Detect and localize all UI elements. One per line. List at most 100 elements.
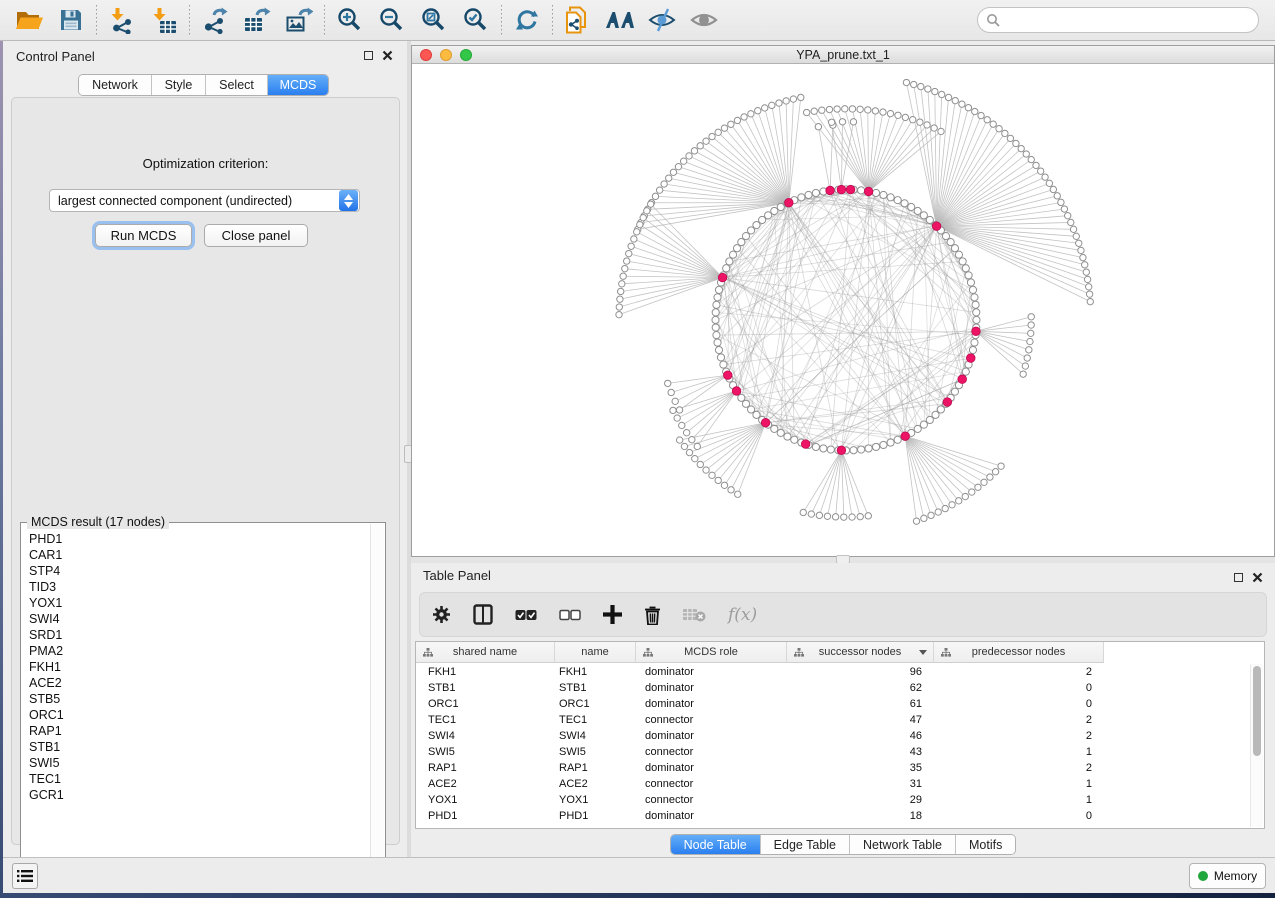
- select-all-icon[interactable]: [515, 609, 537, 621]
- memory-button[interactable]: Memory: [1189, 863, 1266, 889]
- show-columns-icon[interactable]: [473, 604, 493, 625]
- run-mcds-button[interactable]: Run MCDS: [95, 224, 192, 247]
- list-item[interactable]: FKH1: [29, 659, 369, 675]
- export-network-icon[interactable]: [194, 3, 236, 37]
- app-window: Control Panel Network Style Select MCDS …: [3, 41, 1275, 893]
- deselect-all-icon[interactable]: [559, 609, 581, 621]
- list-item[interactable]: GCR1: [29, 787, 369, 803]
- refresh-icon[interactable]: [506, 3, 548, 37]
- scrollbar-thumb[interactable]: [1253, 666, 1261, 756]
- list-item[interactable]: SWI4: [29, 611, 369, 627]
- list-item[interactable]: ACE2: [29, 675, 369, 691]
- network-window: YPA_prune.txt_1: [411, 45, 1275, 557]
- table-scrollbar[interactable]: [1250, 664, 1263, 827]
- list-item[interactable]: YOX1: [29, 595, 369, 611]
- close-panel-icon[interactable]: [1252, 572, 1263, 583]
- tab-motifs[interactable]: Motifs: [956, 835, 1015, 854]
- table-row[interactable]: ORC1 ORC1 dominator 61 0: [416, 696, 1264, 712]
- column-header-shared-name[interactable]: shared name: [416, 642, 555, 662]
- list-item[interactable]: STB5: [29, 691, 369, 707]
- new-network-from-selection-icon[interactable]: [557, 3, 599, 37]
- optimization-select[interactable]: largest connected component (undirected): [49, 189, 360, 212]
- list-item[interactable]: SRD1: [29, 627, 369, 643]
- show-all-icon[interactable]: [683, 3, 725, 37]
- tab-select[interactable]: Select: [206, 75, 268, 95]
- table-row[interactable]: SWI5 SWI5 connector 43 1: [416, 744, 1264, 760]
- main-toolbar: [0, 0, 1275, 41]
- float-panel-icon[interactable]: [364, 51, 373, 60]
- search-icon: [986, 13, 1001, 28]
- node-table: shared name name MCDS role successor nod…: [415, 641, 1265, 829]
- list-item[interactable]: PHD1: [29, 531, 369, 547]
- column-header-predecessor-nodes[interactable]: predecessor nodes: [934, 642, 1104, 662]
- status-bar: Memory: [3, 857, 1275, 893]
- function-builder-icon[interactable]: f(x): [728, 605, 757, 625]
- column-type-icon: [643, 648, 653, 657]
- close-panel-button[interactable]: Close panel: [204, 224, 308, 247]
- column-type-icon: [794, 648, 804, 657]
- table-row[interactable]: TEC1 TEC1 connector 47 2: [416, 712, 1264, 728]
- toolbar-separator: [324, 5, 325, 35]
- zoom-fit-icon[interactable]: [413, 3, 455, 37]
- table-row[interactable]: STB1 STB1 dominator 62 0: [416, 680, 1264, 696]
- list-item[interactable]: STP4: [29, 563, 369, 579]
- sort-chevron-icon: [919, 650, 927, 655]
- table-options-gear-icon[interactable]: [432, 605, 451, 624]
- column-header-name[interactable]: name: [555, 642, 636, 662]
- save-session-icon[interactable]: [50, 3, 92, 37]
- list-item[interactable]: TID3: [29, 579, 369, 595]
- table-panel: Table Panel f(x) shared name: [411, 563, 1275, 857]
- table-row[interactable]: YOX1 YOX1 connector 29 1: [416, 792, 1264, 808]
- table-tabs: Node Table Edge Table Network Table Moti…: [411, 834, 1275, 855]
- list-item[interactable]: CAR1: [29, 547, 369, 563]
- optimization-label: Optimization criterion:: [12, 156, 399, 171]
- memory-status-icon: [1198, 871, 1208, 881]
- table-row[interactable]: PHD1 PHD1 dominator 18 0: [416, 808, 1264, 824]
- table-panel-title: Table Panel: [423, 568, 491, 583]
- list-item[interactable]: PMA2: [29, 643, 369, 659]
- delete-icon[interactable]: [644, 605, 661, 625]
- table-row[interactable]: SWI4 SWI4 dominator 46 2: [416, 728, 1264, 744]
- list-item[interactable]: STB1: [29, 739, 369, 755]
- table-row[interactable]: ACE2 ACE2 connector 31 1: [416, 776, 1264, 792]
- network-title: YPA_prune.txt_1: [412, 48, 1274, 62]
- list-item[interactable]: SWI5: [29, 755, 369, 771]
- tab-network[interactable]: Network: [79, 75, 152, 95]
- search-input[interactable]: [977, 7, 1259, 33]
- delete-table-icon[interactable]: [683, 607, 706, 622]
- list-item[interactable]: TEC1: [29, 771, 369, 787]
- export-table-icon[interactable]: [236, 3, 278, 37]
- list-item[interactable]: RAP1: [29, 723, 369, 739]
- optimization-value: largest connected component (undirected): [50, 194, 339, 208]
- open-session-icon[interactable]: [8, 3, 50, 37]
- zoom-in-icon[interactable]: [329, 3, 371, 37]
- add-icon[interactable]: [603, 605, 622, 624]
- zoom-out-icon[interactable]: [371, 3, 413, 37]
- import-network-icon[interactable]: [101, 3, 143, 37]
- tab-edge-table[interactable]: Edge Table: [761, 835, 850, 854]
- first-neighbors-icon[interactable]: [599, 3, 641, 37]
- close-panel-icon[interactable]: [382, 50, 393, 61]
- column-header-successor-nodes[interactable]: successor nodes: [787, 642, 934, 662]
- column-header-mcds-role[interactable]: MCDS role: [636, 642, 787, 662]
- list-item[interactable]: ORC1: [29, 707, 369, 723]
- mcds-scrollbar[interactable]: [370, 524, 384, 891]
- table-row[interactable]: RAP1 RAP1 dominator 35 2: [416, 760, 1264, 776]
- hide-selected-icon[interactable]: [641, 3, 683, 37]
- float-panel-icon[interactable]: [1234, 573, 1243, 582]
- select-stepper-icon: [339, 190, 358, 211]
- tab-node-table[interactable]: Node Table: [671, 835, 761, 854]
- network-titlebar: YPA_prune.txt_1: [412, 46, 1274, 64]
- task-history-button[interactable]: [12, 863, 38, 889]
- tab-mcds[interactable]: MCDS: [268, 75, 328, 95]
- tab-network-table[interactable]: Network Table: [850, 835, 956, 854]
- toolbar-separator: [501, 5, 502, 35]
- tab-style[interactable]: Style: [152, 75, 206, 95]
- table-row[interactable]: FKH1 FKH1 dominator 96 2: [416, 664, 1264, 680]
- export-image-icon[interactable]: [278, 3, 320, 37]
- import-table-icon[interactable]: [143, 3, 185, 37]
- control-panel-tabs: Network Style Select MCDS: [78, 74, 329, 96]
- network-canvas[interactable]: [412, 64, 1274, 556]
- mcds-result-list: PHD1CAR1STP4TID3YOX1SWI4SRD1PMA2FKH1ACE2…: [29, 531, 369, 890]
- zoom-selected-icon[interactable]: [455, 3, 497, 37]
